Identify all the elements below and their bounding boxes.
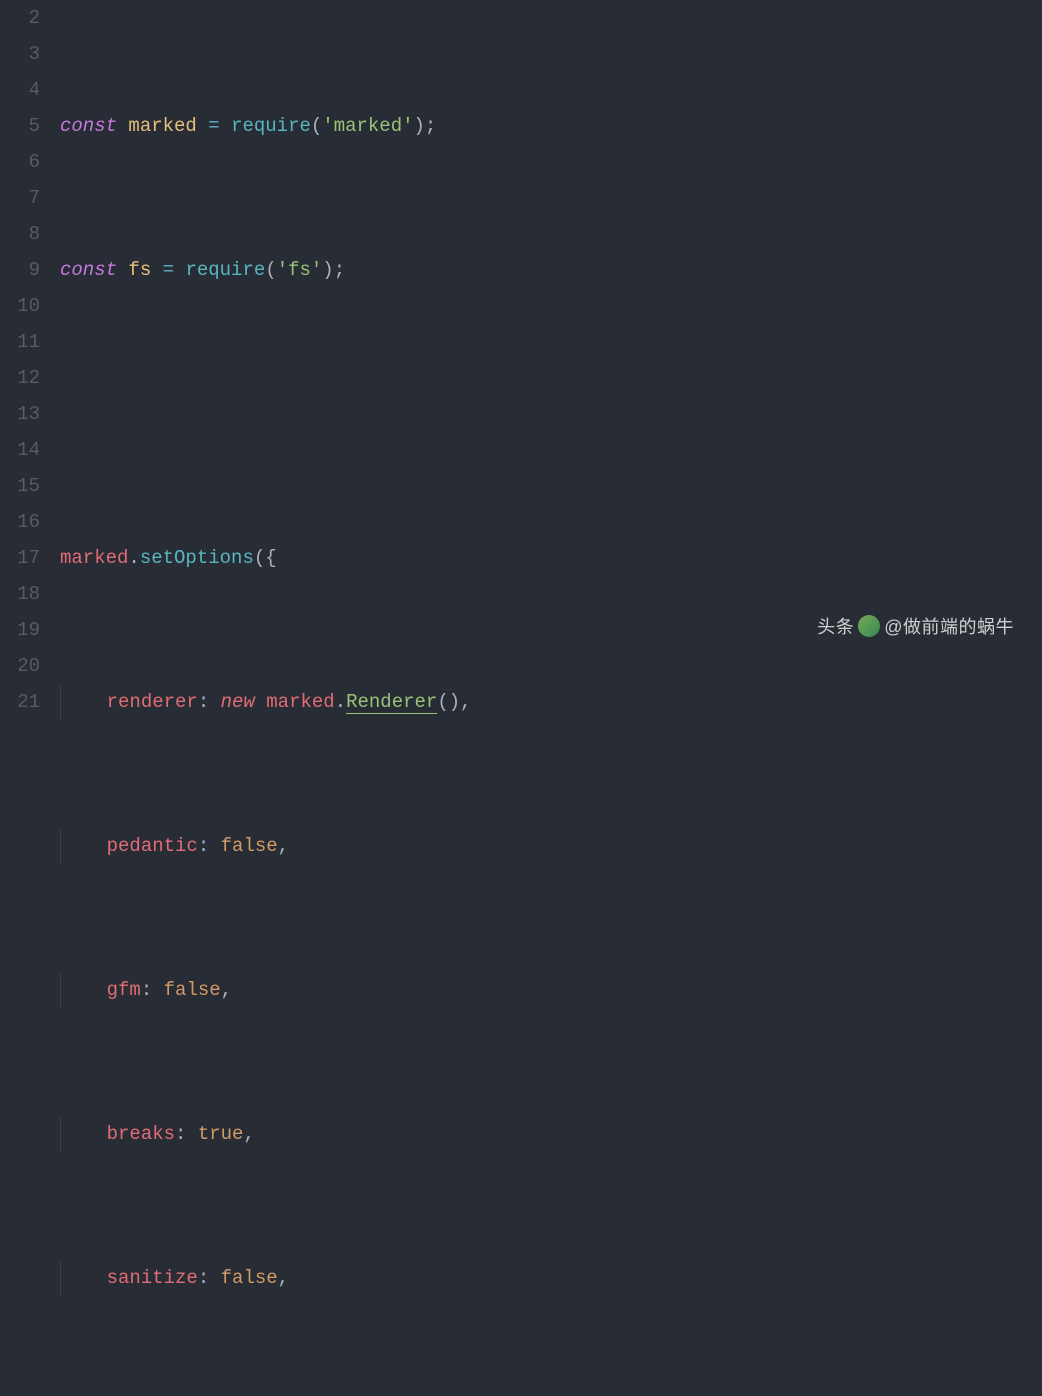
line-number: 6: [0, 144, 40, 180]
code-area[interactable]: const marked = require('marked'); const …: [60, 0, 1042, 698]
code-line[interactable]: renderer: new marked.Renderer(),: [60, 684, 1042, 720]
var-fs: fs: [128, 259, 151, 281]
line-number: 11: [0, 324, 40, 360]
bool-false: false: [221, 835, 278, 857]
colon: :: [198, 835, 209, 857]
operator-eq: =: [163, 259, 174, 281]
call-parens: (): [437, 691, 460, 713]
code-line[interactable]: gfm: false,: [60, 972, 1042, 1008]
bool-true: true: [198, 1123, 244, 1145]
keyword-const: const: [60, 259, 117, 281]
key-sanitize: sanitize: [107, 1267, 198, 1289]
keyword-new: new: [221, 691, 255, 713]
comma: ,: [460, 691, 471, 713]
key-gfm: gfm: [107, 979, 141, 1001]
dot: .: [335, 691, 346, 713]
code-line[interactable]: marked.setOptions({: [60, 540, 1042, 576]
line-number: 10: [0, 288, 40, 324]
colon: :: [198, 691, 209, 713]
comma: ,: [243, 1123, 254, 1145]
line-end: );: [322, 259, 345, 281]
key-pedantic: pedantic: [107, 835, 198, 857]
key-breaks: breaks: [107, 1123, 175, 1145]
class-renderer: Renderer: [346, 691, 437, 714]
line-number: 14: [0, 432, 40, 468]
line-number: 13: [0, 396, 40, 432]
fn-require: require: [185, 259, 265, 281]
line-number: 2: [0, 0, 40, 36]
operator-eq: =: [208, 115, 219, 137]
code-line[interactable]: pedantic: false,: [60, 828, 1042, 864]
line-number: 15: [0, 468, 40, 504]
colon: :: [198, 1267, 209, 1289]
watermark-prefix: 头条: [817, 617, 854, 637]
paren-open: (: [311, 115, 322, 137]
line-number: 9: [0, 252, 40, 288]
dot: .: [128, 547, 139, 569]
fn-require: require: [231, 115, 311, 137]
string-literal: 'marked': [322, 115, 413, 137]
colon: :: [175, 1123, 186, 1145]
code-line[interactable]: const marked = require('marked');: [60, 108, 1042, 144]
line-number: 18: [0, 576, 40, 612]
line-number: 7: [0, 180, 40, 216]
line-number: 19: [0, 612, 40, 648]
bool-false: false: [221, 1267, 278, 1289]
line-number: 12: [0, 360, 40, 396]
var-marked: marked: [128, 115, 196, 137]
comma: ,: [221, 979, 232, 1001]
code-editor[interactable]: 2 3 4 5 6 7 8 9 10 11 12 13 14 15 16 17 …: [0, 0, 1042, 698]
open-brace: ({: [254, 547, 277, 569]
code-line-empty[interactable]: [60, 396, 1042, 432]
line-end: );: [414, 115, 437, 137]
keyword-const: const: [60, 115, 117, 137]
line-number: 3: [0, 36, 40, 72]
colon: :: [141, 979, 152, 1001]
line-number-gutter: 2 3 4 5 6 7 8 9 10 11 12 13 14 15 16 17 …: [0, 0, 60, 698]
line-number: 17: [0, 540, 40, 576]
watermark: 头条 @做前端的蜗牛: [784, 573, 1014, 681]
paren-open: (: [265, 259, 276, 281]
bool-false: false: [164, 979, 221, 1001]
line-number: 4: [0, 72, 40, 108]
line-number: 8: [0, 216, 40, 252]
avatar-icon: [858, 615, 880, 637]
string-literal: 'fs': [277, 259, 323, 281]
comma: ,: [278, 1267, 289, 1289]
code-line[interactable]: sanitize: false,: [60, 1260, 1042, 1296]
watermark-handle: @做前端的蜗牛: [884, 617, 1014, 637]
line-number: 20: [0, 648, 40, 684]
ref-marked: marked: [266, 691, 334, 713]
fn-setoptions: setOptions: [140, 547, 254, 569]
code-line[interactable]: const fs = require('fs');: [60, 252, 1042, 288]
line-number: 21: [0, 684, 40, 720]
line-number: 16: [0, 504, 40, 540]
comma: ,: [278, 835, 289, 857]
code-line[interactable]: breaks: true,: [60, 1116, 1042, 1152]
ref-marked: marked: [60, 547, 128, 569]
line-number: 5: [0, 108, 40, 144]
key-renderer: renderer: [107, 691, 198, 713]
